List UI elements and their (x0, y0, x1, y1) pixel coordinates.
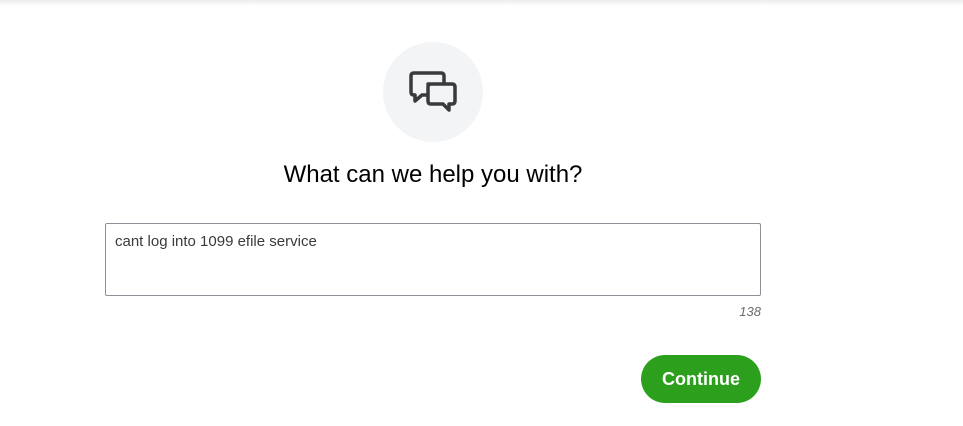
character-count: 138 (739, 304, 761, 319)
header-shadow (0, 0, 963, 6)
chat-icon-circle (383, 42, 483, 142)
continue-button[interactable]: Continue (641, 355, 761, 403)
question-textarea[interactable]: cant log into 1099 efile service (105, 223, 761, 296)
help-page: What can we help you with? cant log into… (0, 0, 963, 426)
page-title: What can we help you with? (283, 161, 583, 188)
chat-bubbles-icon (409, 71, 457, 112)
